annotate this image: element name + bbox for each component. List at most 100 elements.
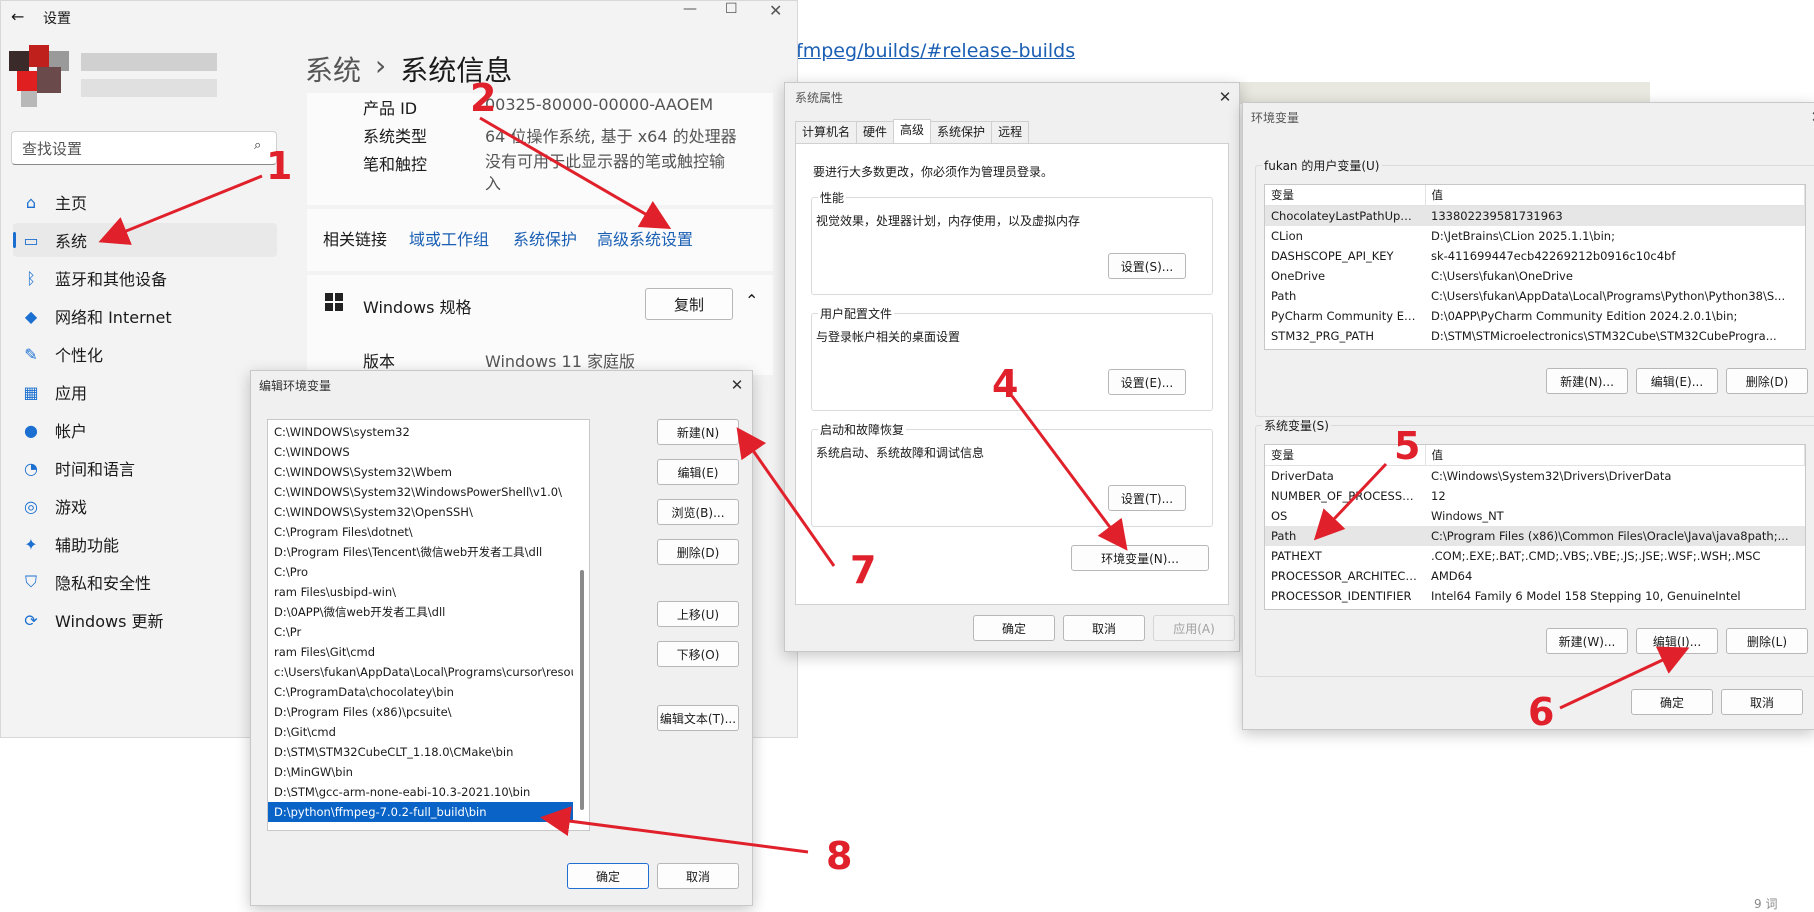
sidebar-item-6[interactable]: ● 帐户 [13,413,277,447]
user-col-value[interactable]: 值 [1425,185,1805,206]
sidebar-item-7[interactable]: ◔ 时间和语言 [13,451,277,485]
sys-var-row[interactable]: PATHEXT .COM;.EXE;.BAT;.CMD;.VBS;.VBE;.JS… [1265,546,1805,566]
user-var-row[interactable]: ChocolateyLastPathUpdate 1338022395817319… [1265,205,1805,226]
sysprops-close-icon[interactable]: ✕ [1217,89,1233,105]
sys-var-row[interactable]: PROCESSOR_IDENTIFIER Intel64 Family 6 Mod… [1265,586,1805,606]
path-entry[interactable]: ram Files\Git\cmd [268,642,573,662]
path-list-scrollbar[interactable] [580,570,584,810]
chevron-up-icon[interactable]: ⌃ [745,291,758,310]
copy-button[interactable]: 复制 [645,288,733,320]
path-entry[interactable]: C:\WINDOWS [268,442,573,462]
path-entry[interactable]: ram Files\usbipd-win\ [268,582,573,602]
link-advanced-system-settings[interactable]: 高级系统设置 [597,226,693,250]
path-entry[interactable]: D:\Program Files\Tencent\微信web开发者工具\dll [268,542,573,562]
user-var-row[interactable]: Path C:\Users\fukan\AppData\Local\Program… [1265,286,1805,306]
editenv-ok-button[interactable]: 确定 [567,863,649,889]
user-col-variable[interactable]: 变量 [1265,185,1426,206]
close-icon[interactable]: ✕ [769,1,782,20]
sysprops-tab-2[interactable]: 高级 [893,119,932,144]
sysprops-apply-button[interactable]: 应用(A) [1153,615,1235,641]
startup-settings-button[interactable]: 设置(T)... [1108,485,1186,511]
user-var-row[interactable]: OneDrive C:\Users\fukan\OneDrive [1265,266,1805,286]
back-arrow-icon[interactable]: ← [11,7,24,26]
editenv-cancel-button[interactable]: 取消 [657,863,739,889]
path-move-down-button[interactable]: 下移(O) [657,641,739,667]
sidebar-item-4[interactable]: ✎ 个性化 [13,337,277,371]
browser-url-link[interactable]: fmpeg/builds/#release-builds [796,40,1075,62]
path-entry[interactable]: D:\MinGW\bin [268,762,573,782]
sidebar-item-11[interactable]: ⟳ Windows 更新 [13,603,277,637]
user-var-row[interactable]: PyCharm Community Editi... D:\0APP\PyChar… [1265,306,1805,326]
maximize-icon[interactable]: ☐ [725,1,738,17]
path-entry[interactable]: D:\0APP\微信web开发者工具\dll [268,602,573,622]
sidebar-item-1[interactable]: ▭ 系统 [13,223,277,257]
path-browse-button[interactable]: 浏览(B)... [657,499,739,525]
sys-var-row[interactable]: OS Windows_NT [1265,506,1805,526]
sysprops-cancel-button[interactable]: 取消 [1063,615,1145,641]
envvars-cancel-button[interactable]: 取消 [1721,689,1803,715]
path-entry[interactable]: D:\python\ffmpeg-7.0.2-full_build\bin [268,802,573,822]
path-entry[interactable]: C:\WINDOWS\System32\OpenSSH\ [268,502,573,522]
sidebar-item-5[interactable]: ▦ 应用 [13,375,277,409]
user-var-value-cell: 133802239581731963 [1431,209,1563,223]
sys-edit-button[interactable]: 编辑(I)... [1636,628,1718,654]
path-delete-button[interactable]: 删除(D) [657,539,739,565]
path-entry[interactable]: C:\ProgramData\chocolatey\bin [268,682,573,702]
sysprops-tab-4[interactable]: 远程 [991,121,1030,143]
sys-var-row[interactable]: DriverData C:\Windows\System32\Drivers\Dr… [1265,466,1805,487]
sysprops-ok-button[interactable]: 确定 [973,615,1055,641]
path-entry[interactable]: D:\Program Files (x86)\pcsuite\ [268,702,573,722]
user-variables-list[interactable]: 变量 值 ChocolateyLastPathUpdate 13380223958… [1264,184,1806,350]
user-edit-button[interactable]: 编辑(E)... [1636,368,1718,394]
path-entry[interactable]: D:\STM\STM32CubeCLT_1.18.0\CMake\bin [268,742,573,762]
user-new-button[interactable]: 新建(N)... [1546,368,1628,394]
envvars-close-icon[interactable]: ✕ [1809,109,1814,125]
minimize-icon[interactable]: — [683,1,697,17]
path-entry[interactable]: C:\Pr [268,622,573,642]
search-icon[interactable]: ⌕ [254,138,261,153]
sidebar-item-10[interactable]: ⛉ 隐私和安全性 [13,565,277,599]
envvars-ok-button[interactable]: 确定 [1631,689,1713,715]
profile-settings-button[interactable]: 设置(E)... [1108,369,1186,395]
path-entry[interactable]: D:\Git\cmd [268,722,573,742]
system-variables-list[interactable]: 变量 值 DriverData C:\Windows\System32\Drive… [1264,444,1806,610]
path-edit-text-button[interactable]: 编辑文本(T)... [657,705,739,731]
sidebar-item-3[interactable]: ◆ 网络和 Internet [13,299,277,333]
path-entry[interactable]: C:\WINDOWS\System32\Wbem [268,462,573,482]
user-var-row[interactable]: DASHSCOPE_API_KEY sk-411699447ecb42269212… [1265,246,1805,266]
sidebar-item-8[interactable]: ◎ 游戏 [13,489,277,523]
sys-var-row[interactable]: Path C:\Program Files (x86)\Common Files\… [1265,526,1805,546]
sysprops-tab-1[interactable]: 硬件 [856,121,895,143]
path-new-button[interactable]: 新建(N) [657,419,739,445]
sysprops-tab-3[interactable]: 系统保护 [930,121,993,143]
breadcrumb-parent[interactable]: 系统 [305,49,361,89]
sidebar-item-9[interactable]: ✦ 辅助功能 [13,527,277,561]
path-entry[interactable]: D:\STM\gcc-arm-none-eabi-10.3-2021.10\bi… [268,782,573,802]
sysprops-tab-0[interactable]: 计算机名 [795,121,858,143]
sys-delete-button[interactable]: 删除(L) [1726,628,1808,654]
path-entry[interactable]: c:\Users\fukan\AppData\Local\Programs\cu… [268,662,573,682]
path-entry[interactable]: C:\Pro [268,562,573,582]
performance-settings-button[interactable]: 设置(S)... [1108,253,1186,279]
user-var-row[interactable]: CLion D:\JetBrains\CLion 2025.1.1\bin; [1265,226,1805,246]
editenv-close-icon[interactable]: ✕ [729,377,745,393]
path-entry[interactable]: C:\WINDOWS\system32 [268,422,573,442]
path-list[interactable]: C:\WINDOWS\system32 C:\WINDOWS C:\WINDOWS\… [267,419,590,831]
sys-new-button[interactable]: 新建(W)... [1546,628,1628,654]
sidebar-item-2[interactable]: ᛒ 蓝牙和其他设备 [13,261,277,295]
link-domain-workgroup[interactable]: 域或工作组 [409,226,489,250]
path-edit-button[interactable]: 编辑(E) [657,459,739,485]
sidebar-item-label: Windows 更新 [55,612,164,631]
sys-var-row[interactable]: PROCESSOR_ARCHITECT... AMD64 [1265,566,1805,586]
sys-var-row[interactable]: NUMBER_OF_PROCESSORS 12 [1265,486,1805,506]
user-delete-button[interactable]: 删除(D) [1726,368,1808,394]
search-box[interactable]: 查找设置 ⌕ [11,131,277,165]
path-move-up-button[interactable]: 上移(U) [657,601,739,627]
sys-col-value[interactable]: 值 [1425,445,1805,466]
path-entry[interactable]: C:\WINDOWS\System32\WindowsPowerShell\v1… [268,482,573,502]
link-system-protection[interactable]: 系统保护 [513,226,577,250]
path-entry[interactable]: C:\Program Files\dotnet\ [268,522,573,542]
environment-variables-button[interactable]: 环境变量(N)... [1071,545,1209,571]
sidebar-item-0[interactable]: ⌂ 主页 [13,185,277,219]
user-var-row[interactable]: STM32_PRG_PATH D:\STM\STMicroelectronics\… [1265,326,1805,346]
